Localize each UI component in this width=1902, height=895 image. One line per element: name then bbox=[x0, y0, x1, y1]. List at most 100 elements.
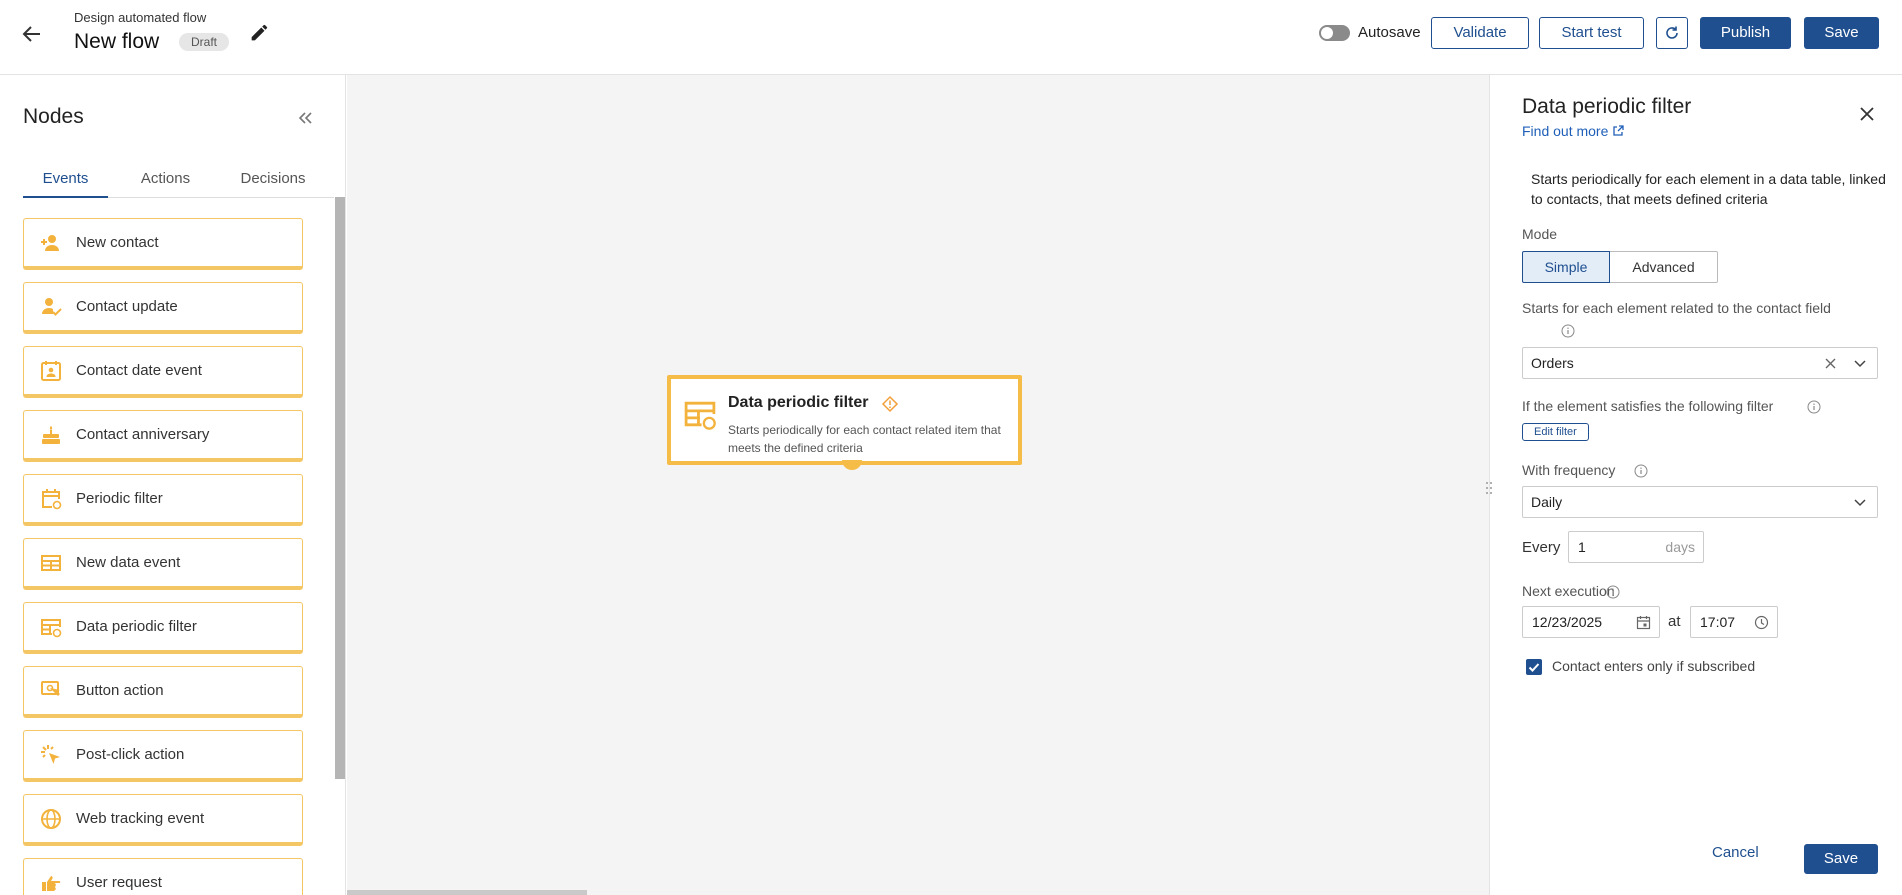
clock-icon[interactable] bbox=[1754, 615, 1769, 630]
add-person-icon bbox=[40, 232, 62, 254]
node-tabs: Events Actions Decisions bbox=[23, 167, 345, 198]
date-input[interactable]: 12/23/2025 bbox=[1522, 606, 1660, 638]
find-out-more-label: Find out more bbox=[1522, 123, 1609, 139]
node-label: Web tracking event bbox=[76, 810, 205, 827]
node-label: Contact date event bbox=[76, 362, 202, 379]
node-label: Data periodic filter bbox=[76, 618, 197, 635]
filter-label: If the element satisfies the following f… bbox=[1522, 398, 1774, 414]
node-item-post-click-action[interactable]: Post-click action bbox=[23, 730, 303, 782]
flow-node-title: Data periodic filter bbox=[728, 394, 869, 411]
cancel-button[interactable]: Cancel bbox=[1712, 844, 1759, 861]
node-settings-panel: Data periodic filter Find out more Start… bbox=[1486, 75, 1902, 895]
external-link-icon bbox=[1612, 125, 1625, 137]
hand-point-icon bbox=[40, 872, 62, 894]
contact-field-value: Orders bbox=[1531, 355, 1574, 371]
frequency-value: Daily bbox=[1531, 494, 1563, 510]
node-item-user-request[interactable]: User request bbox=[23, 858, 303, 895]
node-item-button-action[interactable]: Button action bbox=[23, 666, 303, 718]
start-test-button[interactable]: Start test bbox=[1539, 17, 1644, 49]
chevron-down-icon bbox=[1853, 358, 1867, 370]
globe-icon bbox=[40, 808, 62, 830]
warning-diamond-icon bbox=[881, 395, 899, 413]
clear-icon[interactable] bbox=[1824, 357, 1837, 370]
sidebar-scrollbar[interactable] bbox=[335, 197, 345, 779]
every-value: 1 bbox=[1578, 539, 1586, 555]
find-out-more-link[interactable]: Find out more bbox=[1522, 123, 1625, 139]
subscribed-checkbox[interactable] bbox=[1526, 659, 1542, 675]
resize-handle-icon[interactable] bbox=[1484, 480, 1494, 496]
node-list: New contact Contact update Contact date … bbox=[23, 218, 303, 895]
date-value: 12/23/2025 bbox=[1532, 614, 1603, 630]
page-subtitle: Design automated flow bbox=[74, 10, 207, 25]
table-refresh-icon bbox=[683, 397, 717, 431]
at-label: at bbox=[1668, 613, 1681, 630]
table-icon bbox=[40, 552, 62, 574]
flow-node-data-periodic-filter[interactable]: Data periodic filter Starts periodically… bbox=[667, 375, 1022, 465]
node-label: Post-click action bbox=[76, 746, 185, 763]
calendar-person-icon bbox=[40, 360, 62, 382]
every-label: Every bbox=[1522, 539, 1561, 556]
mode-advanced-button[interactable]: Advanced bbox=[1610, 251, 1718, 283]
refresh-button[interactable] bbox=[1656, 17, 1688, 49]
subscribed-label[interactable]: Contact enters only if subscribed bbox=[1552, 658, 1755, 674]
node-label: Contact update bbox=[76, 298, 178, 315]
time-input[interactable]: 17:07 bbox=[1690, 606, 1778, 638]
save-button[interactable]: Save bbox=[1804, 17, 1879, 49]
info-icon[interactable] bbox=[1807, 400, 1821, 414]
person-check-icon bbox=[40, 296, 62, 318]
info-icon[interactable] bbox=[1606, 585, 1620, 599]
panel-save-button[interactable]: Save bbox=[1804, 844, 1878, 874]
node-item-contact-anniversary[interactable]: Contact anniversary bbox=[23, 410, 303, 462]
node-item-data-periodic-filter[interactable]: Data periodic filter bbox=[23, 602, 303, 654]
node-label: New contact bbox=[76, 234, 159, 251]
collapse-chevrons-icon[interactable] bbox=[296, 109, 314, 127]
node-label: Button action bbox=[76, 682, 164, 699]
connector-handle[interactable] bbox=[842, 460, 862, 470]
cursor-click-icon bbox=[40, 744, 62, 766]
tab-decisions[interactable]: Decisions bbox=[213, 167, 333, 198]
close-icon[interactable] bbox=[1858, 105, 1876, 123]
tab-actions[interactable]: Actions bbox=[128, 167, 203, 198]
chevron-down-icon bbox=[1853, 497, 1867, 509]
top-bar: Design automated flow New flow Draft Aut… bbox=[0, 0, 1902, 75]
autosave-label: Autosave bbox=[1358, 24, 1421, 41]
status-badge: Draft bbox=[179, 33, 230, 51]
node-label: New data event bbox=[76, 554, 181, 571]
contact-field-select[interactable]: Orders bbox=[1522, 347, 1878, 379]
flow-node-description: Starts periodically for each contact rel… bbox=[728, 423, 1001, 455]
canvas-scrollbar[interactable] bbox=[347, 890, 587, 895]
back-arrow-icon[interactable] bbox=[20, 22, 44, 46]
cake-icon bbox=[40, 424, 62, 446]
pencil-icon[interactable] bbox=[248, 22, 270, 44]
time-value: 17:07 bbox=[1700, 614, 1736, 630]
node-item-contact-date-event[interactable]: Contact date event bbox=[23, 346, 303, 398]
panel-title: Data periodic filter bbox=[1522, 95, 1692, 118]
panel-description: Starts periodically for each element in … bbox=[1531, 171, 1886, 207]
node-item-periodic-filter[interactable]: Periodic filter bbox=[23, 474, 303, 526]
contact-field-label: Starts for each element related to the c… bbox=[1522, 300, 1831, 316]
calendar-icon[interactable] bbox=[1636, 615, 1651, 630]
node-item-contact-update[interactable]: Contact update bbox=[23, 282, 303, 334]
node-item-web-tracking-event[interactable]: Web tracking event bbox=[23, 794, 303, 846]
screen-click-icon bbox=[40, 680, 62, 702]
node-label: Periodic filter bbox=[76, 490, 163, 507]
edit-filter-button[interactable]: Edit filter bbox=[1522, 423, 1589, 441]
next-execution-label: Next execution bbox=[1522, 583, 1615, 599]
mode-simple-button[interactable]: Simple bbox=[1522, 251, 1610, 283]
flow-canvas[interactable]: Data periodic filter Starts periodically… bbox=[347, 75, 1489, 895]
frequency-label: With frequency bbox=[1522, 462, 1616, 478]
info-icon[interactable] bbox=[1634, 464, 1648, 478]
info-icon[interactable] bbox=[1561, 324, 1575, 338]
every-input[interactable]: 1 days bbox=[1568, 531, 1704, 563]
mode-toggle: Simple Advanced bbox=[1522, 251, 1718, 283]
node-item-new-data-event[interactable]: New data event bbox=[23, 538, 303, 590]
checkmark-icon bbox=[1526, 659, 1542, 675]
tab-events[interactable]: Events bbox=[23, 167, 108, 198]
autosave-toggle[interactable] bbox=[1319, 25, 1350, 41]
validate-button[interactable]: Validate bbox=[1431, 17, 1529, 49]
publish-button[interactable]: Publish bbox=[1700, 17, 1791, 49]
node-label: Contact anniversary bbox=[76, 426, 210, 443]
frequency-select[interactable]: Daily bbox=[1522, 486, 1878, 518]
node-item-new-contact[interactable]: New contact bbox=[23, 218, 303, 270]
node-label: User request bbox=[76, 874, 162, 891]
